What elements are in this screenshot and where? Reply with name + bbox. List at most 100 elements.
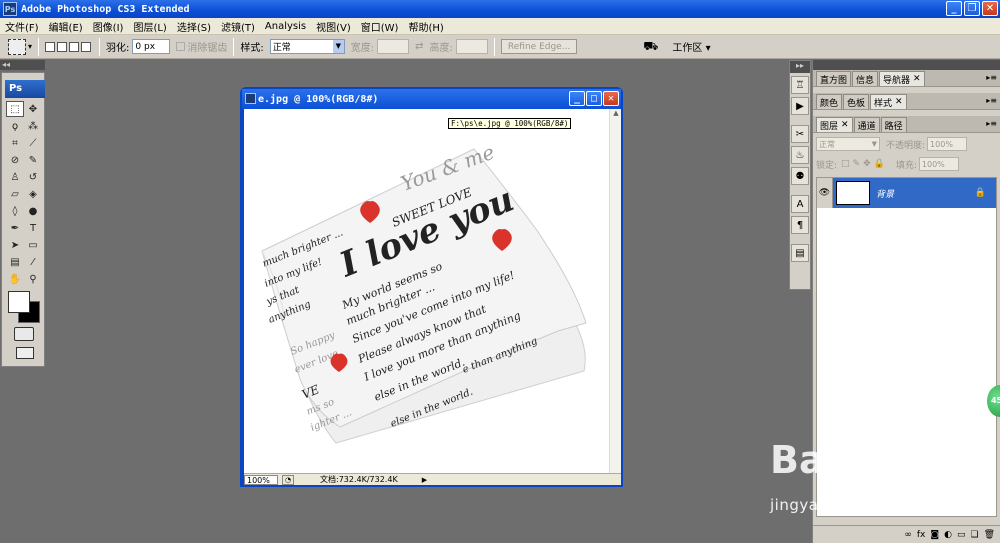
crop-tool-icon[interactable]: ⌗ <box>6 135 24 151</box>
tab-paths[interactable]: 路径 <box>880 117 907 132</box>
color-swatches[interactable] <box>8 291 40 323</box>
blend-mode-select[interactable]: 正常 ▼ <box>816 137 880 151</box>
add-selection-icon[interactable] <box>57 41 68 52</box>
close-icon[interactable]: ✕ <box>895 97 903 107</box>
menu-filter[interactable]: 滤镜(T) <box>216 19 260 34</box>
adjustment-layer-icon[interactable]: ◐ <box>944 530 952 540</box>
doc-maximize-button[interactable]: □ <box>586 91 602 106</box>
workspace-button[interactable]: 工作区 ▾ <box>672 39 710 54</box>
fill-input[interactable]: 100% <box>918 157 959 171</box>
tab-styles[interactable]: 样式 ✕ <box>870 94 907 109</box>
tab-layers[interactable]: 图层 ✕ <box>816 117 853 132</box>
document-canvas[interactable]: You & me SWEET LOVE I love you My world … <box>244 109 611 475</box>
status-arrow-icon[interactable]: ▶ <box>422 476 427 484</box>
antialias-checkbox[interactable] <box>176 42 186 51</box>
minimize-button[interactable]: _ <box>946 1 962 16</box>
menu-edit[interactable]: 编辑(E) <box>44 19 88 34</box>
paint-bucket-icon[interactable]: ◈ <box>24 186 42 202</box>
menu-analysis[interactable]: Analysis <box>260 21 311 32</box>
tab-channels[interactable]: 通道 <box>853 117 880 132</box>
zoom-field[interactable]: 100% <box>244 474 278 485</box>
slice-tool-icon[interactable]: ⟋ <box>24 135 42 151</box>
brushes-panel-icon[interactable]: ♨ <box>791 146 809 164</box>
tab-navigator[interactable]: 导航器 ✕ <box>879 71 925 86</box>
menu-view[interactable]: 视图(V) <box>311 19 356 34</box>
tab-swatches[interactable]: 色板 <box>843 94 870 109</box>
menu-help[interactable]: 帮助(H) <box>403 19 448 34</box>
brush-tool-icon[interactable]: ✎ <box>24 152 42 168</box>
tab-histogram[interactable]: 直方图 <box>816 71 852 86</box>
lock-icons[interactable]: □✎✥🔒 <box>841 159 888 169</box>
doc-close-button[interactable]: ✕ <box>603 91 619 106</box>
swap-icon[interactable]: ⇄ <box>415 41 423 52</box>
eyedropper-icon[interactable]: ⁄ <box>24 254 42 270</box>
layer-mask-icon[interactable]: ◙ <box>930 530 939 540</box>
zoom-tool-icon[interactable]: ⚲ <box>24 271 42 287</box>
quick-mask-icon[interactable] <box>14 327 34 341</box>
trash-icon[interactable]: 🗑 <box>984 530 995 540</box>
close-button[interactable]: ✕ <box>982 1 998 16</box>
history-panel-icon[interactable]: ♖ <box>791 76 809 94</box>
subtract-selection-icon[interactable] <box>69 41 80 52</box>
close-icon[interactable]: ✕ <box>913 74 921 84</box>
magic-wand-icon[interactable]: ⁂ <box>24 118 42 134</box>
menu-layer[interactable]: 图层(L) <box>128 19 171 34</box>
hand-tool-icon[interactable]: ✋ <box>6 271 24 287</box>
menu-file[interactable]: 文件(F) <box>0 19 44 34</box>
screen-mode-icon[interactable] <box>16 347 34 359</box>
height-input[interactable] <box>455 39 488 54</box>
opacity-input[interactable]: 100% <box>927 137 968 151</box>
bridge-icon[interactable]: ⛟ <box>643 39 658 55</box>
close-icon[interactable]: ✕ <box>841 120 849 130</box>
menu-window[interactable]: 窗口(W) <box>356 19 404 34</box>
new-selection-icon[interactable] <box>45 41 56 52</box>
tool-presets-icon[interactable]: ✂ <box>791 125 809 143</box>
feather-input[interactable]: 0 px <box>132 39 171 54</box>
lasso-tool-icon[interactable]: ϙ <box>6 118 24 134</box>
history-brush-icon[interactable]: ↺ <box>24 169 42 185</box>
healing-brush-icon[interactable]: ⊘ <box>6 152 24 168</box>
layer-row-background[interactable]: 👁 背景 🔒 <box>817 178 996 208</box>
link-layers-icon[interactable]: ∞ <box>904 530 912 540</box>
restore-button[interactable]: ❐ <box>964 1 980 16</box>
refine-edge-button[interactable]: Refine Edge... <box>500 39 578 54</box>
paragraph-panel-icon[interactable]: ¶ <box>791 216 809 234</box>
notes-tool-icon[interactable]: ▤ <box>6 254 24 270</box>
move-tool-icon[interactable]: ✥ <box>24 101 42 117</box>
scroll-up-icon[interactable]: ▲ <box>610 109 622 121</box>
clone-stamp-icon[interactable]: ♙ <box>6 169 24 185</box>
panel-menu-icon[interactable]: ▸≡ <box>986 96 997 105</box>
eraser-tool-icon[interactable]: ▱ <box>6 186 24 202</box>
type-tool-icon[interactable]: T <box>24 220 42 236</box>
tab-info[interactable]: 信息 <box>852 71 879 86</box>
dodge-tool-icon[interactable]: ● <box>24 203 42 219</box>
layer-style-icon[interactable]: fx <box>917 530 926 540</box>
clone-source-icon[interactable]: ⚉ <box>791 167 809 185</box>
menu-image[interactable]: 图像(I) <box>88 19 129 34</box>
blur-tool-icon[interactable]: ◊ <box>6 203 24 219</box>
new-layer-icon[interactable]: ❏ <box>970 530 978 540</box>
panel-menu-icon[interactable]: ▸≡ <box>986 73 997 82</box>
new-group-icon[interactable]: ▭ <box>957 530 966 540</box>
style-select[interactable]: 正常 ▼ <box>269 39 345 54</box>
menu-select[interactable]: 选择(S) <box>172 19 216 34</box>
character-panel-icon[interactable]: A <box>791 195 809 213</box>
layer-comps-icon[interactable]: ▤ <box>791 244 809 262</box>
marquee-preset-icon[interactable] <box>8 38 26 55</box>
doc-minimize-button[interactable]: _ <box>569 91 585 106</box>
pen-tool-icon[interactable]: ✒ <box>6 220 24 236</box>
rectangle-tool-icon[interactable]: ▭ <box>24 237 42 253</box>
intersect-selection-icon[interactable] <box>81 41 92 52</box>
actions-panel-icon[interactable]: ▶ <box>791 97 809 115</box>
foreground-color[interactable] <box>8 291 30 313</box>
path-selection-icon[interactable]: ➤ <box>6 237 24 253</box>
panel-menu-icon[interactable]: ▸≡ <box>986 119 997 128</box>
tab-color[interactable]: 颜色 <box>816 94 843 109</box>
document-title-bar[interactable]: e.jpg @ 100%(RGB/8#) _ □ ✕ <box>242 89 621 109</box>
width-input[interactable] <box>377 39 410 54</box>
eye-icon[interactable]: 👁 <box>817 178 833 208</box>
vertical-scrollbar[interactable]: ▲ <box>609 109 621 475</box>
status-menu-icon[interactable]: ◔ <box>282 474 294 485</box>
toolbox-header[interactable]: ◂◂ <box>0 60 45 70</box>
marquee-tool-icon[interactable]: ⬚ <box>6 101 24 117</box>
